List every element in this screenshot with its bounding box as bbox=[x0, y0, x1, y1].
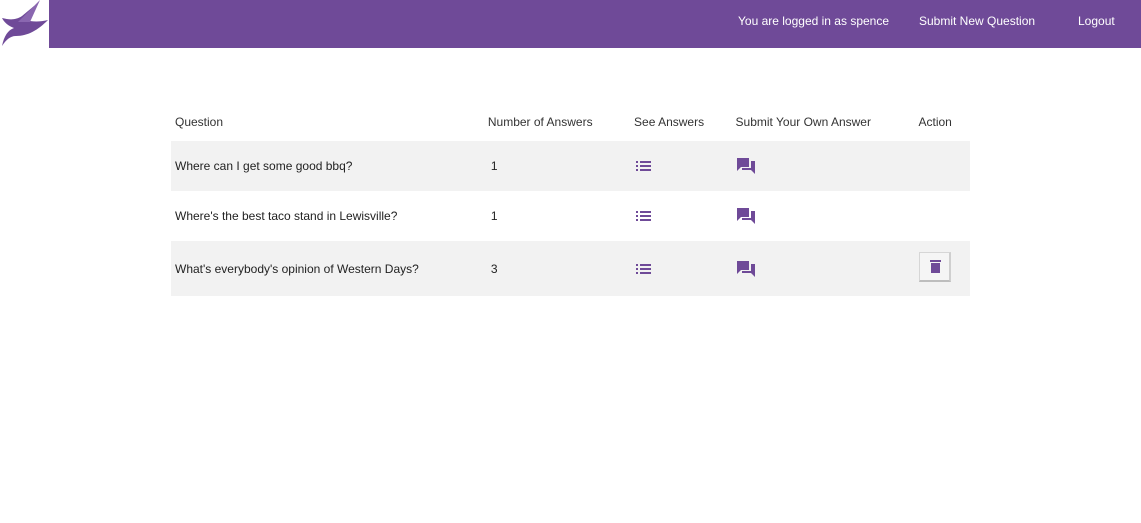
action-cell bbox=[915, 191, 971, 241]
forum-icon[interactable] bbox=[736, 208, 756, 224]
forum-icon[interactable] bbox=[736, 260, 756, 277]
submit-new-question-link[interactable]: Submit New Question bbox=[919, 14, 1035, 28]
question-text: What's everybody's opinion of Western Da… bbox=[171, 241, 484, 296]
answer-count: 1 bbox=[490, 209, 498, 223]
column-header-see-answers: See Answers bbox=[634, 114, 705, 129]
question-text: Where's the best taco stand in Lewisvill… bbox=[175, 209, 398, 223]
bird-logo[interactable] bbox=[0, 0, 49, 48]
column-header-question: Question bbox=[175, 114, 224, 129]
see-answers-cell bbox=[630, 191, 732, 241]
submit-answer-cell bbox=[732, 191, 915, 241]
forum-icon[interactable] bbox=[736, 158, 756, 174]
logged-in-status: You are logged in as spence bbox=[738, 14, 890, 28]
table-header-row: Question Number of Answers See Answers S… bbox=[171, 102, 970, 141]
action-cell bbox=[914, 141, 970, 191]
questions-table: Question Number of Answers See Answers S… bbox=[171, 102, 970, 296]
delete-button[interactable] bbox=[918, 252, 951, 282]
column-header-action: Action bbox=[918, 114, 952, 129]
answer-count: 1 bbox=[483, 141, 631, 191]
logout-link[interactable]: Logout bbox=[1078, 14, 1115, 28]
top-navbar: You are logged in as spence Submit New Q… bbox=[0, 0, 1141, 48]
answer-count: 3 bbox=[483, 241, 631, 296]
table-row: Where's the best taco stand in Lewisvill… bbox=[171, 191, 970, 241]
list-icon[interactable] bbox=[634, 261, 654, 277]
submit-answer-cell bbox=[731, 141, 915, 191]
list-icon[interactable] bbox=[634, 208, 654, 224]
see-answers-cell bbox=[630, 241, 732, 296]
question-text: Where can I get some good bbq? bbox=[171, 141, 484, 191]
submit-answer-cell bbox=[731, 241, 915, 296]
action-cell bbox=[914, 241, 970, 296]
table-row: Where can I get some good bbq? 1 bbox=[171, 141, 970, 191]
column-header-number-of-answers: Number of Answers bbox=[487, 114, 593, 129]
see-answers-cell bbox=[630, 141, 732, 191]
table-row: What's everybody's opinion of Western Da… bbox=[171, 241, 970, 296]
column-header-submit-answer: Submit Your Own Answer bbox=[735, 114, 871, 129]
delete-icon bbox=[929, 260, 941, 273]
bird-logo-icon bbox=[2, 0, 48, 46]
list-icon[interactable] bbox=[634, 158, 654, 174]
